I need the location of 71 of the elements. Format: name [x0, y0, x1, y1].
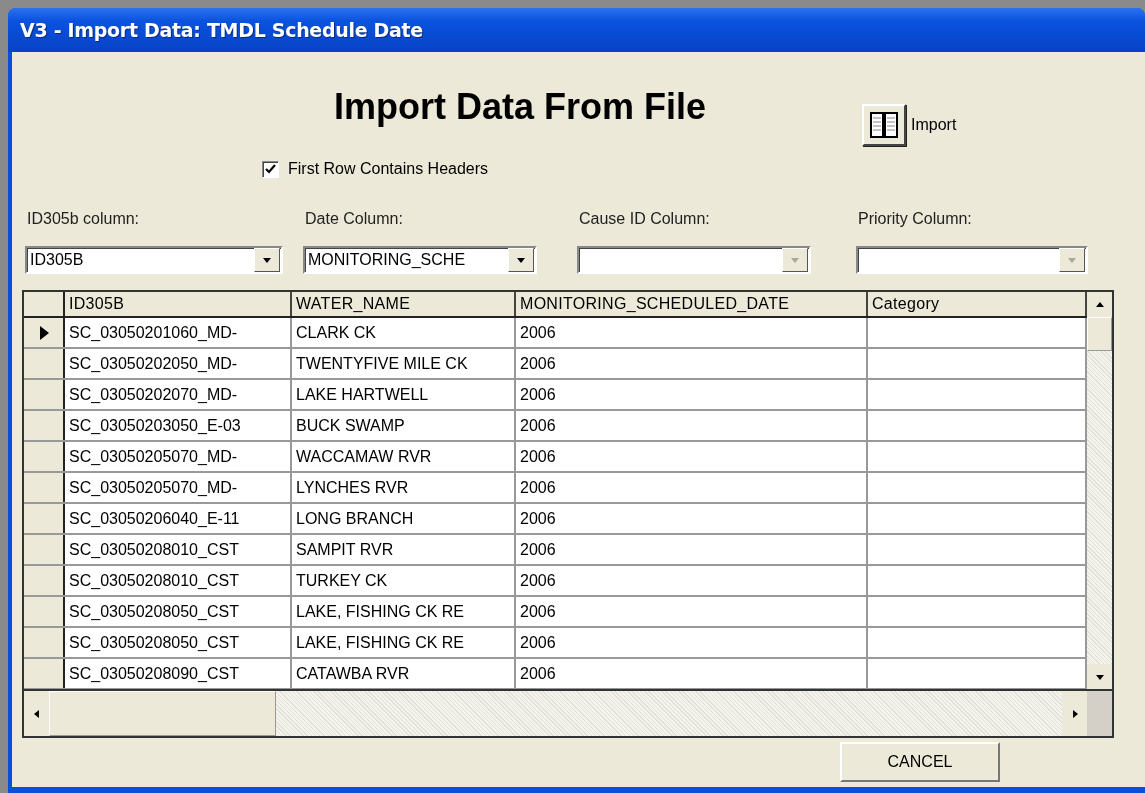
- row-header[interactable]: [24, 659, 65, 688]
- row-header[interactable]: [24, 442, 65, 471]
- table-cell: SC_03050208010_CST: [65, 535, 292, 564]
- scroll-up-button[interactable]: [1087, 292, 1112, 317]
- table-cell: LAKE, FISHING CK RE: [292, 597, 516, 626]
- table-cell: SAMPIT RVR: [292, 535, 516, 564]
- table-cell: 2006: [516, 628, 868, 657]
- table-cell: LAKE, FISHING CK RE: [292, 628, 516, 657]
- field-label: Cause ID Column:: [578, 210, 711, 228]
- row-header[interactable]: [24, 473, 65, 502]
- table-cell: 2006: [516, 473, 868, 502]
- table-cell: SC_03050202070_MD-: [65, 380, 292, 409]
- table-cell: SC_03050205070_MD-: [65, 442, 292, 471]
- table-cell: SC_03050208010_CST: [65, 566, 292, 595]
- scroll-down-button[interactable]: [1087, 664, 1112, 689]
- table-cell: 2006: [516, 318, 868, 347]
- table-cell: 2006: [516, 411, 868, 440]
- table-cell: SC_03050206040_E-11: [65, 504, 292, 533]
- table-cell: 2006: [516, 535, 868, 564]
- checkmark-icon: [265, 163, 276, 175]
- column-header[interactable]: WATER_NAME: [292, 292, 516, 316]
- table-cell: 2006: [516, 597, 868, 626]
- table-cell: WACCAMAW RVR: [292, 442, 516, 471]
- row-header[interactable]: [24, 628, 65, 657]
- book-icon: [869, 111, 899, 139]
- table-cell: SC_03050208050_CST: [65, 628, 292, 657]
- dropdown-button[interactable]: [508, 248, 534, 272]
- table-cell: 2006: [516, 504, 868, 533]
- row-header[interactable]: [24, 535, 65, 564]
- scrollbar-thumb[interactable]: [49, 691, 276, 736]
- row-header[interactable]: [24, 349, 65, 378]
- field-label: Date Column:: [304, 210, 404, 228]
- table-cell: 2006: [516, 566, 868, 595]
- table-cell: SC_03050203050_E-03: [65, 411, 292, 440]
- checkbox[interactable]: [262, 160, 279, 178]
- table-cell: 2006: [516, 349, 868, 378]
- table-cell: LAKE HARTWELL: [292, 380, 516, 409]
- field-label: Priority Column:: [857, 210, 973, 228]
- table-cell: BUCK SWAMP: [292, 411, 516, 440]
- horizontal-scrollbar[interactable]: [24, 689, 1087, 736]
- table-cell: SC_03050201060_MD-: [65, 318, 292, 347]
- table-cell: TURKEY CK: [292, 566, 516, 595]
- dialog-heading: Import Data From File: [334, 86, 708, 128]
- row-header[interactable]: [24, 318, 65, 347]
- import-button[interactable]: [862, 104, 906, 146]
- row-header[interactable]: [24, 566, 65, 595]
- table-cell: TWENTYFIVE MILE CK: [292, 349, 516, 378]
- field-label: ID305b column:: [26, 210, 141, 228]
- row-header[interactable]: [24, 504, 65, 533]
- row-header[interactable]: [24, 380, 65, 409]
- column-header[interactable]: ID305B: [65, 292, 292, 316]
- table-cell: 2006: [516, 442, 868, 471]
- dropdown-field[interactable]: ID305B: [25, 246, 283, 274]
- table-cell: SC_03050202050_MD-: [65, 349, 292, 378]
- table-cell: SC_03050205070_MD-: [65, 473, 292, 502]
- table-cell: LYNCHES RVR: [292, 473, 516, 502]
- import-label: Import: [911, 116, 957, 134]
- window-title: V3 - Import Data: TMDL Schedule Date: [20, 19, 423, 41]
- dropdown-field[interactable]: MONITORING_SCHE: [303, 246, 537, 274]
- table-cell: SC_03050208050_CST: [65, 597, 292, 626]
- column-header[interactable]: MONITORING_SCHEDULED_DATE: [516, 292, 868, 316]
- table-cell: 2006: [516, 380, 868, 409]
- row-header[interactable]: [24, 411, 65, 440]
- table-cell: CLARK CK: [292, 318, 516, 347]
- row-header[interactable]: [24, 597, 65, 626]
- checkbox-label: First Row Contains Headers: [288, 160, 489, 178]
- cancel-button[interactable]: CANCEL: [840, 742, 1000, 782]
- vertical-scrollbar[interactable]: [1087, 292, 1112, 689]
- table-cell: LONG BRANCH: [292, 504, 516, 533]
- scrollbar-thumb[interactable]: [1087, 317, 1112, 351]
- dropdown-button[interactable]: [254, 248, 280, 272]
